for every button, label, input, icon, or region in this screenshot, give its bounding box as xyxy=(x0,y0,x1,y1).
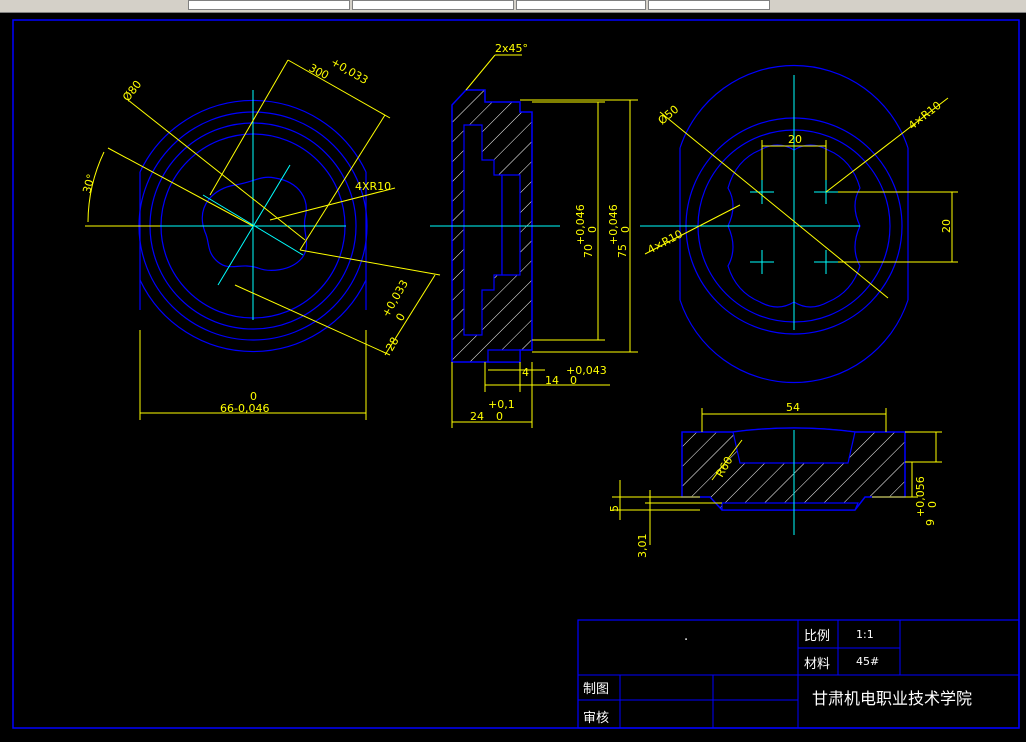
checked-label: 审核 xyxy=(583,711,609,726)
dim-d5: 5 xyxy=(608,505,621,512)
scale-value: 1:1 xyxy=(856,628,874,641)
dim-angle30: 30° xyxy=(80,173,98,195)
dim-d24: 24 xyxy=(470,410,484,423)
dim-d75-tol-u: +0,046 xyxy=(607,204,620,245)
dim-d70-tol-l: 0 xyxy=(586,226,599,233)
dim-d9-tol-l: 0 xyxy=(926,501,939,508)
dim-d80: Ø80 xyxy=(120,78,144,104)
dim-d66: 66-0,046 xyxy=(220,402,269,415)
lineweight-dropdown[interactable] xyxy=(648,0,770,10)
school-name: 甘肃机电职业技术学院 xyxy=(812,689,972,708)
dim-d50: Ø50 xyxy=(656,103,682,128)
dim-d14-tol-l: 0 xyxy=(570,374,577,387)
dim-d54: 54 xyxy=(786,401,800,414)
dim-d4: 4 xyxy=(522,366,529,379)
dim-d9: 9 xyxy=(924,519,937,526)
dim-d20-top: 20 xyxy=(788,133,802,146)
dim-d70-tol-u: +0,046 xyxy=(574,204,587,245)
dim-d24-tol-l: 0 xyxy=(496,410,503,423)
dim-r10-right-top: 4×R10 xyxy=(906,99,944,133)
part-name: . xyxy=(684,629,688,644)
color-dropdown[interactable] xyxy=(352,0,514,10)
dim-d30-tol-u: +0,033 xyxy=(329,55,371,87)
bottom-section-view: 54 R60 9 +0,056 0 5 3,01 xyxy=(608,401,942,558)
dim-d28: 28 xyxy=(383,335,401,354)
section-view: 2x45° 70 +0,046 0 75 +0,046 0 4 14 +0,04… xyxy=(430,42,638,428)
drawn-label: 制图 xyxy=(583,682,609,697)
dim-d3: 3,01 xyxy=(636,534,649,559)
dim-d70: 70 xyxy=(582,244,595,258)
dim-d14: 14 xyxy=(545,374,559,387)
dim-d20-right: 20 xyxy=(940,219,953,233)
left-view: Ø80 30° 30 +0,033 0 4XR10 28 +0,033 0 0 … xyxy=(80,55,441,420)
right-view: Ø50 4×R10 4×R10 20 20 xyxy=(640,64,958,384)
dim-chamfer: 2x45° xyxy=(495,42,528,55)
material-label: 材料 xyxy=(804,657,830,672)
dim-r10-left: 4XR10 xyxy=(355,180,391,193)
scale-label: 比例 xyxy=(804,629,830,644)
cad-drawing: Ø80 30° 30 +0,033 0 4XR10 28 +0,033 0 0 … xyxy=(12,19,1020,729)
dim-d75-tol-l: 0 xyxy=(619,226,632,233)
left-dimension-texts: Ø80 30° 30 +0,033 0 4XR10 28 +0,033 0 0 … xyxy=(80,55,411,415)
linetype-dropdown[interactable] xyxy=(516,0,646,10)
dim-r10-right-left: 4×R10 xyxy=(645,227,685,256)
layer-dropdown[interactable] xyxy=(188,0,350,10)
dim-d75: 75 xyxy=(616,244,629,258)
title-block: . 比例 1:1 材料 45# 制图 审核 甘肃机电职业技术学院 xyxy=(577,619,1020,729)
drawing-canvas[interactable]: Ø80 30° 30 +0,033 0 4XR10 28 +0,033 0 0 … xyxy=(0,12,1026,738)
material-value: 45# xyxy=(856,655,879,668)
dim-d9-tol-u: +0,056 xyxy=(914,476,927,517)
